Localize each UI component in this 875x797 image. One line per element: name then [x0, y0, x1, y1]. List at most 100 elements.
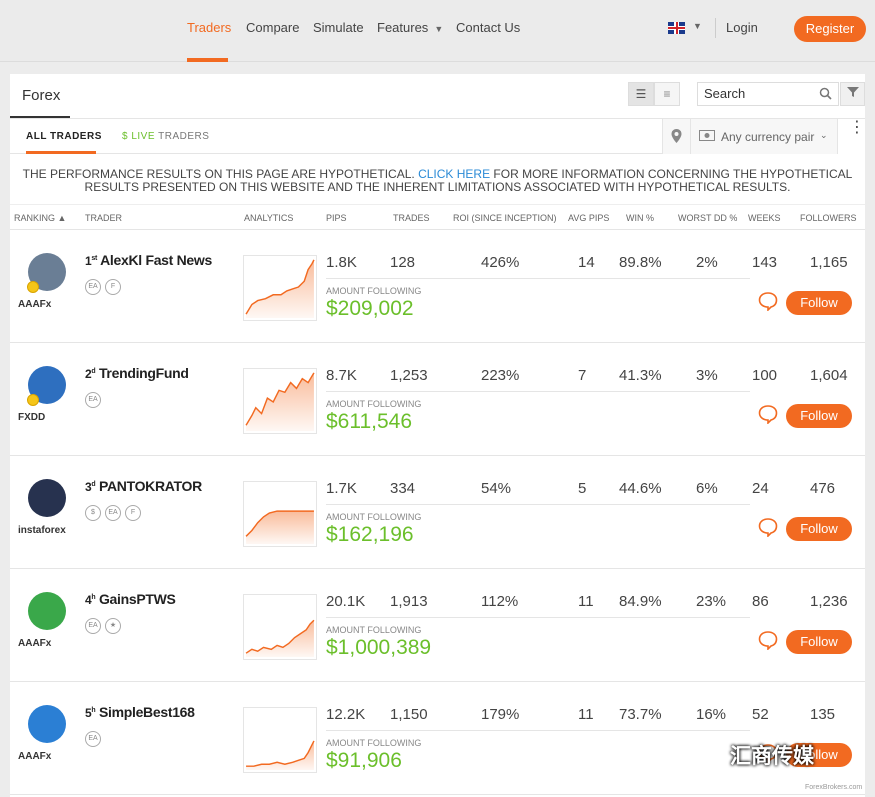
amount-following-label: AMOUNT FOLLOWING: [326, 286, 422, 296]
chat-icon[interactable]: [758, 518, 778, 537]
money-icon: [699, 130, 715, 141]
avatar[interactable]: [28, 705, 66, 743]
divider: [326, 617, 750, 618]
more-options-button[interactable]: ⋮: [837, 119, 865, 154]
trader-name[interactable]: 3d PANTOKRATOR: [85, 478, 202, 494]
pips-value: 1.7K: [326, 480, 357, 497]
login-link[interactable]: Login: [726, 20, 758, 35]
trader-name[interactable]: 2d TrendingFund: [85, 365, 189, 381]
weeks-value: 24: [752, 480, 769, 497]
register-button[interactable]: Register: [794, 16, 866, 42]
weeks-value: 86: [752, 593, 769, 610]
trader-badge: EA: [85, 279, 101, 295]
trader-name[interactable]: 4h GainsPTWS: [85, 591, 176, 607]
rank-number: 4h: [85, 593, 96, 607]
filter-button[interactable]: [840, 82, 865, 106]
trades-value: 128: [390, 254, 416, 271]
kebab-menu-icon: ⋮: [849, 119, 865, 136]
performance-sparkline[interactable]: [243, 707, 317, 773]
filter-icon: [846, 87, 859, 97]
trader-name[interactable]: 5h SimpleBest168: [85, 704, 195, 720]
nav-traders[interactable]: Traders: [187, 20, 231, 35]
nav-features[interactable]: Features ▼: [377, 20, 443, 35]
trades-value: 1,253: [390, 367, 428, 384]
col-ranking-label: RANKING: [14, 213, 56, 223]
chevron-down-icon[interactable]: ▼: [693, 21, 702, 31]
col-trader[interactable]: TRADER: [85, 213, 122, 223]
nav-compare[interactable]: Compare: [246, 20, 299, 35]
tab-live-traders[interactable]: $ LIVE TRADERS: [122, 131, 209, 142]
table-row[interactable]: AAAFx 5h SimpleBest168 EA 12.2K 1,150 179% 11 7…: [10, 683, 865, 795]
amount-following-value: $162,196: [326, 523, 414, 546]
compact-view-button[interactable]: ≡: [654, 82, 680, 106]
hypothetical-disclaimer: THE PERFORMANCE RESULTS ON THIS PAGE ARE…: [10, 168, 865, 194]
col-followers[interactable]: FOLLOWERS: [800, 213, 857, 223]
col-avg-pips[interactable]: AVG PIPS: [568, 213, 609, 223]
worst-dd-value: 16%: [696, 706, 727, 723]
amount-following-label: AMOUNT FOLLOWING: [326, 738, 422, 748]
chat-icon[interactable]: [758, 631, 778, 650]
trader-badges: EA F: [85, 275, 125, 295]
weeks-value: 52: [752, 706, 769, 723]
table-row[interactable]: instaforex 3d PANTOKRATOR $ EA F 1.7K 334 54% 5 4…: [10, 457, 865, 569]
chevron-down-icon: ⌄: [820, 130, 828, 140]
trader-badge: EA: [105, 505, 121, 521]
currency-pair-value: Any currency pair: [721, 130, 815, 144]
chat-icon[interactable]: [758, 405, 778, 424]
avg-pips-value: 11: [578, 593, 594, 610]
avatar[interactable]: [28, 479, 66, 517]
performance-sparkline[interactable]: [243, 368, 317, 434]
sort-asc-icon: ▲: [57, 213, 67, 223]
traders-tabs-bar: ALL TRADERS $ LIVE TRADERS Any currency …: [10, 118, 865, 154]
nav-contact-us[interactable]: Contact Us: [456, 20, 520, 35]
col-pips[interactable]: PIPS: [326, 213, 347, 223]
location-filter-button[interactable]: [662, 119, 690, 154]
col-roi[interactable]: ROI (SINCE INCEPTION): [453, 213, 557, 223]
col-weeks[interactable]: WEEKS: [748, 213, 781, 223]
col-analytics[interactable]: ANALYTICS: [244, 213, 293, 223]
trader-badge: ★: [105, 618, 121, 634]
follow-button[interactable]: Follow: [786, 291, 852, 315]
col-trades[interactable]: TRADES: [393, 213, 430, 223]
trader-name-label: TrendingFund: [98, 365, 189, 381]
trader-badges: EA: [85, 727, 105, 747]
performance-sparkline[interactable]: [243, 255, 317, 321]
followers-value: 1,236: [810, 593, 848, 610]
trader-badge: EA: [85, 731, 101, 747]
trader-badge: F: [125, 505, 141, 521]
table-row[interactable]: AAAFx 4h GainsPTWS EA ★ 20.1K 1,913 112% 11 84.9…: [10, 570, 865, 682]
search-input[interactable]: Search: [697, 82, 839, 106]
search-placeholder: Search: [704, 86, 746, 101]
follow-button[interactable]: Follow: [786, 630, 852, 654]
follow-button[interactable]: Follow: [786, 517, 852, 541]
nav-simulate[interactable]: Simulate: [313, 20, 364, 35]
table-row[interactable]: FXDD 2d TrendingFund EA 8.7K 1,253 223% 7 41.3%…: [10, 344, 865, 456]
avatar[interactable]: [28, 592, 66, 630]
follow-button[interactable]: Follow: [786, 404, 852, 428]
watermark-caption: ForexBrokers.com: [805, 784, 863, 791]
broker-logo: AAAFx: [18, 638, 52, 649]
rank-number: 1st: [85, 254, 97, 268]
chat-icon[interactable]: [758, 292, 778, 311]
table-row[interactable]: AAAFx 1st AlexKl Fast News EA F 1.8K 128 426% 1…: [10, 231, 865, 343]
currency-pair-select[interactable]: Any currency pair ⌄: [690, 119, 837, 154]
amount-following-value: $91,906: [326, 749, 402, 772]
worst-dd-value: 23%: [696, 593, 727, 610]
uk-flag-icon[interactable]: [668, 22, 685, 34]
col-win[interactable]: WIN %: [626, 213, 654, 223]
amount-following-value: $1,000,389: [326, 636, 432, 659]
col-worst-dd[interactable]: WORST DD %: [678, 213, 737, 223]
divider: [326, 730, 750, 731]
roi-value: 223%: [481, 367, 520, 384]
win-value: 84.9%: [619, 593, 662, 610]
trader-name[interactable]: 1st AlexKl Fast News: [85, 252, 212, 268]
worst-dd-value: 6%: [696, 480, 718, 497]
trader-name-label: AlexKl Fast News: [100, 252, 212, 268]
col-ranking[interactable]: RANKING ▲: [14, 213, 66, 223]
disclaimer-link[interactable]: CLICK HERE: [418, 167, 490, 181]
followers-value: 135: [810, 706, 836, 723]
performance-sparkline[interactable]: [243, 594, 317, 660]
tab-all-traders[interactable]: ALL TRADERS: [26, 131, 102, 142]
performance-sparkline[interactable]: [243, 481, 317, 547]
list-view-button[interactable]: ☰: [628, 82, 654, 106]
